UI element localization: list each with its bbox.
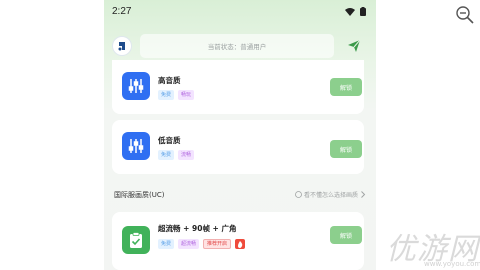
fire-icon <box>235 239 246 249</box>
send-icon <box>348 39 361 52</box>
tag-fluent: 流畅 <box>178 150 195 160</box>
tag-free: 免费 <box>158 90 175 100</box>
section-title: 国际服画质(UC) <box>114 191 165 199</box>
battery-icon <box>360 7 366 16</box>
unlock-button-label: 解锁 <box>339 84 352 92</box>
phone-screen: 2:27 当前状态：普通用户 高音质 免费 畅玩 解锁 低音质 免费 流畅 解锁… <box>104 0 376 270</box>
mode-title: 高音质 <box>158 76 181 85</box>
user-status-text: 当前状态：普通用户 <box>207 43 267 51</box>
unlock-button[interactable]: 解锁 <box>330 226 362 244</box>
logo-icon <box>118 42 125 51</box>
tag-free-label: 免费 <box>161 152 172 158</box>
tag-ultra-smooth-label: 超流畅 <box>181 241 197 247</box>
mode-card-high-quality: 高音质 免费 畅玩 解锁 <box>112 60 364 114</box>
watermark: 优游网 www.yoyou.com <box>386 224 480 270</box>
tag-recommended-label: 推荐开启 <box>207 241 228 247</box>
equalizer-icon <box>122 132 150 160</box>
status-time: 2:27 <box>112 6 132 17</box>
watermark-url: www.yoyou.com <box>424 260 480 268</box>
status-bar: 2:27 <box>104 0 376 24</box>
unlock-button[interactable]: 解锁 <box>330 78 362 96</box>
section-hint-text: 看不懂怎么选择画质 <box>303 192 358 199</box>
mode-card-ultra-smooth: 超流畅 + 90帧 + 广角 免费 超流畅 推荐开启 解锁 <box>112 212 364 270</box>
unlock-button-label: 解锁 <box>339 146 352 154</box>
send-button[interactable] <box>345 37 363 55</box>
section-header: 国际服画质(UC) 看不懂怎么选择画质 <box>112 188 368 202</box>
mode-tags: 免费 超流畅 推荐开启 <box>158 239 246 249</box>
tag-smooth-label: 畅玩 <box>181 92 192 98</box>
tag-free: 免费 <box>158 150 175 160</box>
tag-fluent-label: 流畅 <box>181 152 192 158</box>
tag-ultra-smooth: 超流畅 <box>178 239 200 249</box>
wifi-icon <box>345 7 355 16</box>
chevron-right-icon <box>361 191 366 198</box>
section-hint-link[interactable]: 看不懂怎么选择画质 <box>295 190 366 199</box>
tag-free-label: 免费 <box>161 92 172 98</box>
tag-free: 免费 <box>158 239 175 249</box>
watermark-brand: 优游网 <box>386 232 479 267</box>
clipboard-check-icon <box>122 226 150 254</box>
unlock-button[interactable]: 解锁 <box>330 140 362 158</box>
mode-title: 超流畅 + 90帧 + 广角 <box>158 224 237 233</box>
mode-tags: 免费 流畅 <box>158 150 195 160</box>
tag-smooth: 畅玩 <box>178 90 195 100</box>
mode-title: 低音质 <box>158 136 181 145</box>
tag-recommended: 推荐开启 <box>203 239 232 249</box>
mode-card-low-quality: 低音质 免费 流畅 解锁 <box>112 120 364 174</box>
help-circle-icon <box>295 191 302 198</box>
equalizer-icon <box>122 72 150 100</box>
top-bar: 当前状态：普通用户 <box>104 30 376 60</box>
app-logo[interactable] <box>112 36 132 56</box>
zoom-out-icon[interactable] <box>455 5 475 25</box>
status-icons <box>345 7 366 16</box>
mode-tags: 免费 畅玩 <box>158 90 195 100</box>
user-status-field: 当前状态：普通用户 <box>140 34 334 58</box>
tag-free-label: 免费 <box>161 241 172 247</box>
unlock-button-label: 解锁 <box>339 232 352 240</box>
